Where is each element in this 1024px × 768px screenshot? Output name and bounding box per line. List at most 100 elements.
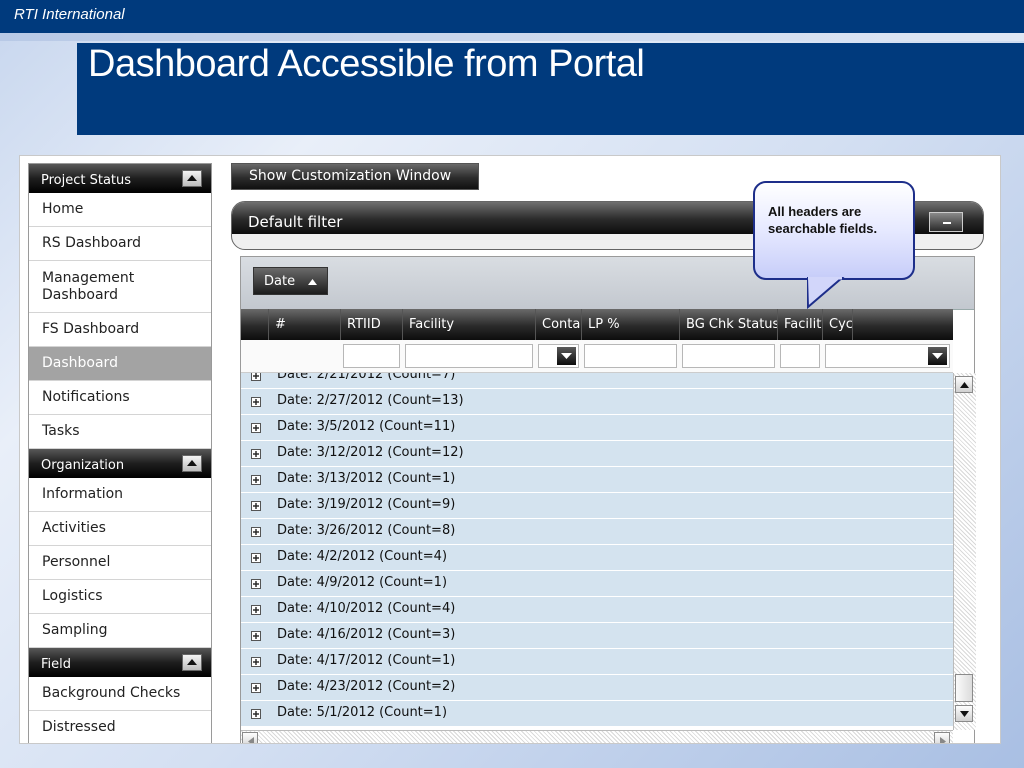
sidebar-item-distressed[interactable]: Distressed xyxy=(29,711,211,743)
callout-tail xyxy=(807,277,845,309)
filter-lp[interactable] xyxy=(584,344,677,368)
group-row-label: Date: 4/9/2012 (Count=1) xyxy=(277,575,448,590)
plus-box-icon[interactable] xyxy=(251,683,261,693)
group-row[interactable]: Date: 5/1/2012 (Count=1) xyxy=(241,701,953,727)
filter-facility[interactable] xyxy=(405,344,533,368)
group-row[interactable]: Date: 3/13/2012 (Count=1) xyxy=(241,467,953,493)
plus-box-icon[interactable] xyxy=(251,579,261,589)
column-header-lp[interactable]: LP % xyxy=(582,309,680,340)
sidebar-item-logistics[interactable]: Logistics xyxy=(29,580,211,614)
scroll-thumb[interactable] xyxy=(955,674,973,702)
sidebar-section-project-status: Project Status xyxy=(29,164,211,193)
plus-box-icon[interactable] xyxy=(251,373,261,381)
group-row[interactable]: Date: 3/19/2012 (Count=9) xyxy=(241,493,953,519)
group-row[interactable]: Date: 4/10/2012 (Count=4) xyxy=(241,597,953,623)
grid-header-row: #RTIIDFacilityContact StatusLP %BG Chk S… xyxy=(241,309,953,340)
sidebar-item-fs-dashboard[interactable]: FS Dashboard xyxy=(29,313,211,347)
filter-contact-status[interactable] xyxy=(538,344,579,368)
group-row-label: Date: 4/2/2012 (Count=4) xyxy=(277,549,448,564)
group-row-label: Date: 4/16/2012 (Count=3) xyxy=(277,627,456,642)
group-row[interactable]: Date: 4/23/2012 (Count=2) xyxy=(241,675,953,701)
sidebar-item-information[interactable]: Information xyxy=(29,478,211,512)
filter-input[interactable] xyxy=(406,345,532,367)
plus-box-icon[interactable] xyxy=(251,553,261,563)
section-collapse-button[interactable] xyxy=(182,455,202,472)
group-row-label: Date: 3/12/2012 (Count=12) xyxy=(277,445,464,460)
group-row[interactable]: Date: 3/26/2012 (Count=8) xyxy=(241,519,953,545)
horizontal-scrollbar[interactable] xyxy=(241,730,953,743)
plus-box-icon[interactable] xyxy=(251,527,261,537)
column-header-contact-status[interactable]: Contact Status xyxy=(536,309,582,340)
scroll-down-button[interactable] xyxy=(955,705,973,722)
filter-input[interactable] xyxy=(781,345,819,367)
plus-box-icon[interactable] xyxy=(251,423,261,433)
column-header-facility-status[interactable]: Facility Status xyxy=(778,309,823,340)
sidebar-item-sampling[interactable]: Sampling xyxy=(29,614,211,648)
sidebar-section-field: Field xyxy=(29,648,211,677)
sidebar-item-personnel[interactable]: Personnel xyxy=(29,546,211,580)
vertical-scrollbar[interactable] xyxy=(953,373,976,730)
group-row[interactable]: Date: 3/5/2012 (Count=11) xyxy=(241,415,953,441)
group-row-label: Date: 3/19/2012 (Count=9) xyxy=(277,497,456,512)
results-grid: Date #RTIIDFacilityContact StatusLP %BG … xyxy=(240,256,976,743)
sidebar-item-background-checks[interactable]: Background Checks xyxy=(29,677,211,711)
group-row[interactable]: Date: 4/16/2012 (Count=3) xyxy=(241,623,953,649)
column-header-bg-chk-status[interactable]: BG Chk Status xyxy=(680,309,778,340)
scroll-up-button[interactable] xyxy=(955,376,973,393)
filter-minimize-button[interactable] xyxy=(929,212,963,232)
column-header-facility[interactable]: Facility xyxy=(403,309,536,340)
sidebar-item-rs-dashboard[interactable]: RS Dashboard xyxy=(29,227,211,261)
column-header-rtiid[interactable]: RTIID xyxy=(341,309,403,340)
group-row[interactable]: Date: 2/27/2012 (Count=13) xyxy=(241,389,953,415)
group-row[interactable]: Date: 4/2/2012 (Count=4) xyxy=(241,545,953,571)
plus-box-icon[interactable] xyxy=(251,605,261,615)
filter-facility-status[interactable] xyxy=(780,344,820,368)
org-name: RTI International xyxy=(14,6,125,23)
group-row-label: Date: 2/27/2012 (Count=13) xyxy=(277,393,464,408)
scroll-right-button[interactable] xyxy=(934,732,950,743)
plus-box-icon[interactable] xyxy=(251,449,261,459)
group-chip-label: Date xyxy=(264,274,296,289)
plus-box-icon[interactable] xyxy=(251,631,261,641)
sidebar-section-label: Field xyxy=(41,657,72,672)
slide-title: Dashboard Accessible from Portal xyxy=(88,43,645,85)
sidebar-item-notifications[interactable]: Notifications xyxy=(29,381,211,415)
filter-input[interactable] xyxy=(683,345,774,367)
callout-note: All headers are searchable fields. xyxy=(753,181,915,280)
sidebar-item-home[interactable]: Home xyxy=(29,193,211,227)
scroll-left-button[interactable] xyxy=(242,732,258,743)
slide-top-bar: RTI International xyxy=(0,0,1024,33)
group-row[interactable]: Date: 2/21/2012 (Count=7) xyxy=(241,373,953,389)
sidebar-item-activities[interactable]: Activities xyxy=(29,512,211,546)
plus-box-icon[interactable] xyxy=(251,657,261,667)
group-row[interactable]: Date: 3/12/2012 (Count=12) xyxy=(241,441,953,467)
section-collapse-button[interactable] xyxy=(182,654,202,671)
plus-box-icon[interactable] xyxy=(251,397,261,407)
plus-box-icon[interactable] xyxy=(251,501,261,511)
dropdown-arrow-button[interactable] xyxy=(928,347,947,365)
dropdown-arrow-button[interactable] xyxy=(557,347,576,365)
column-header-spacer xyxy=(241,309,269,340)
plus-box-icon[interactable] xyxy=(251,475,261,485)
column-header-cycle[interactable]: Cycle xyxy=(823,309,853,340)
filter-cycle[interactable] xyxy=(825,344,950,368)
sidebar-item-management-dashboard[interactable]: Management Dashboard xyxy=(29,261,211,313)
filter-input[interactable] xyxy=(344,345,399,367)
arrow-left-icon xyxy=(248,737,254,743)
filter-rtiid[interactable] xyxy=(343,344,400,368)
arrow-down-icon xyxy=(960,711,969,717)
group-chip-date[interactable]: Date xyxy=(253,267,328,295)
group-row[interactable]: Date: 4/17/2012 (Count=1) xyxy=(241,649,953,675)
column-header-[interactable]: # xyxy=(269,309,341,340)
group-row-label: Date: 3/13/2012 (Count=1) xyxy=(277,471,456,486)
show-customization-button[interactable]: Show Customization Window xyxy=(231,163,479,190)
section-collapse-button[interactable] xyxy=(182,170,202,187)
dropdown-arrow-icon xyxy=(561,353,572,359)
dropdown-arrow-icon xyxy=(932,353,943,359)
group-row[interactable]: Date: 4/9/2012 (Count=1) xyxy=(241,571,953,597)
sidebar-item-tasks[interactable]: Tasks xyxy=(29,415,211,449)
filter-input[interactable] xyxy=(585,345,676,367)
filter-bg-chk-status[interactable] xyxy=(682,344,775,368)
sidebar-item-dashboard[interactable]: Dashboard xyxy=(29,347,211,381)
plus-box-icon[interactable] xyxy=(251,709,261,719)
